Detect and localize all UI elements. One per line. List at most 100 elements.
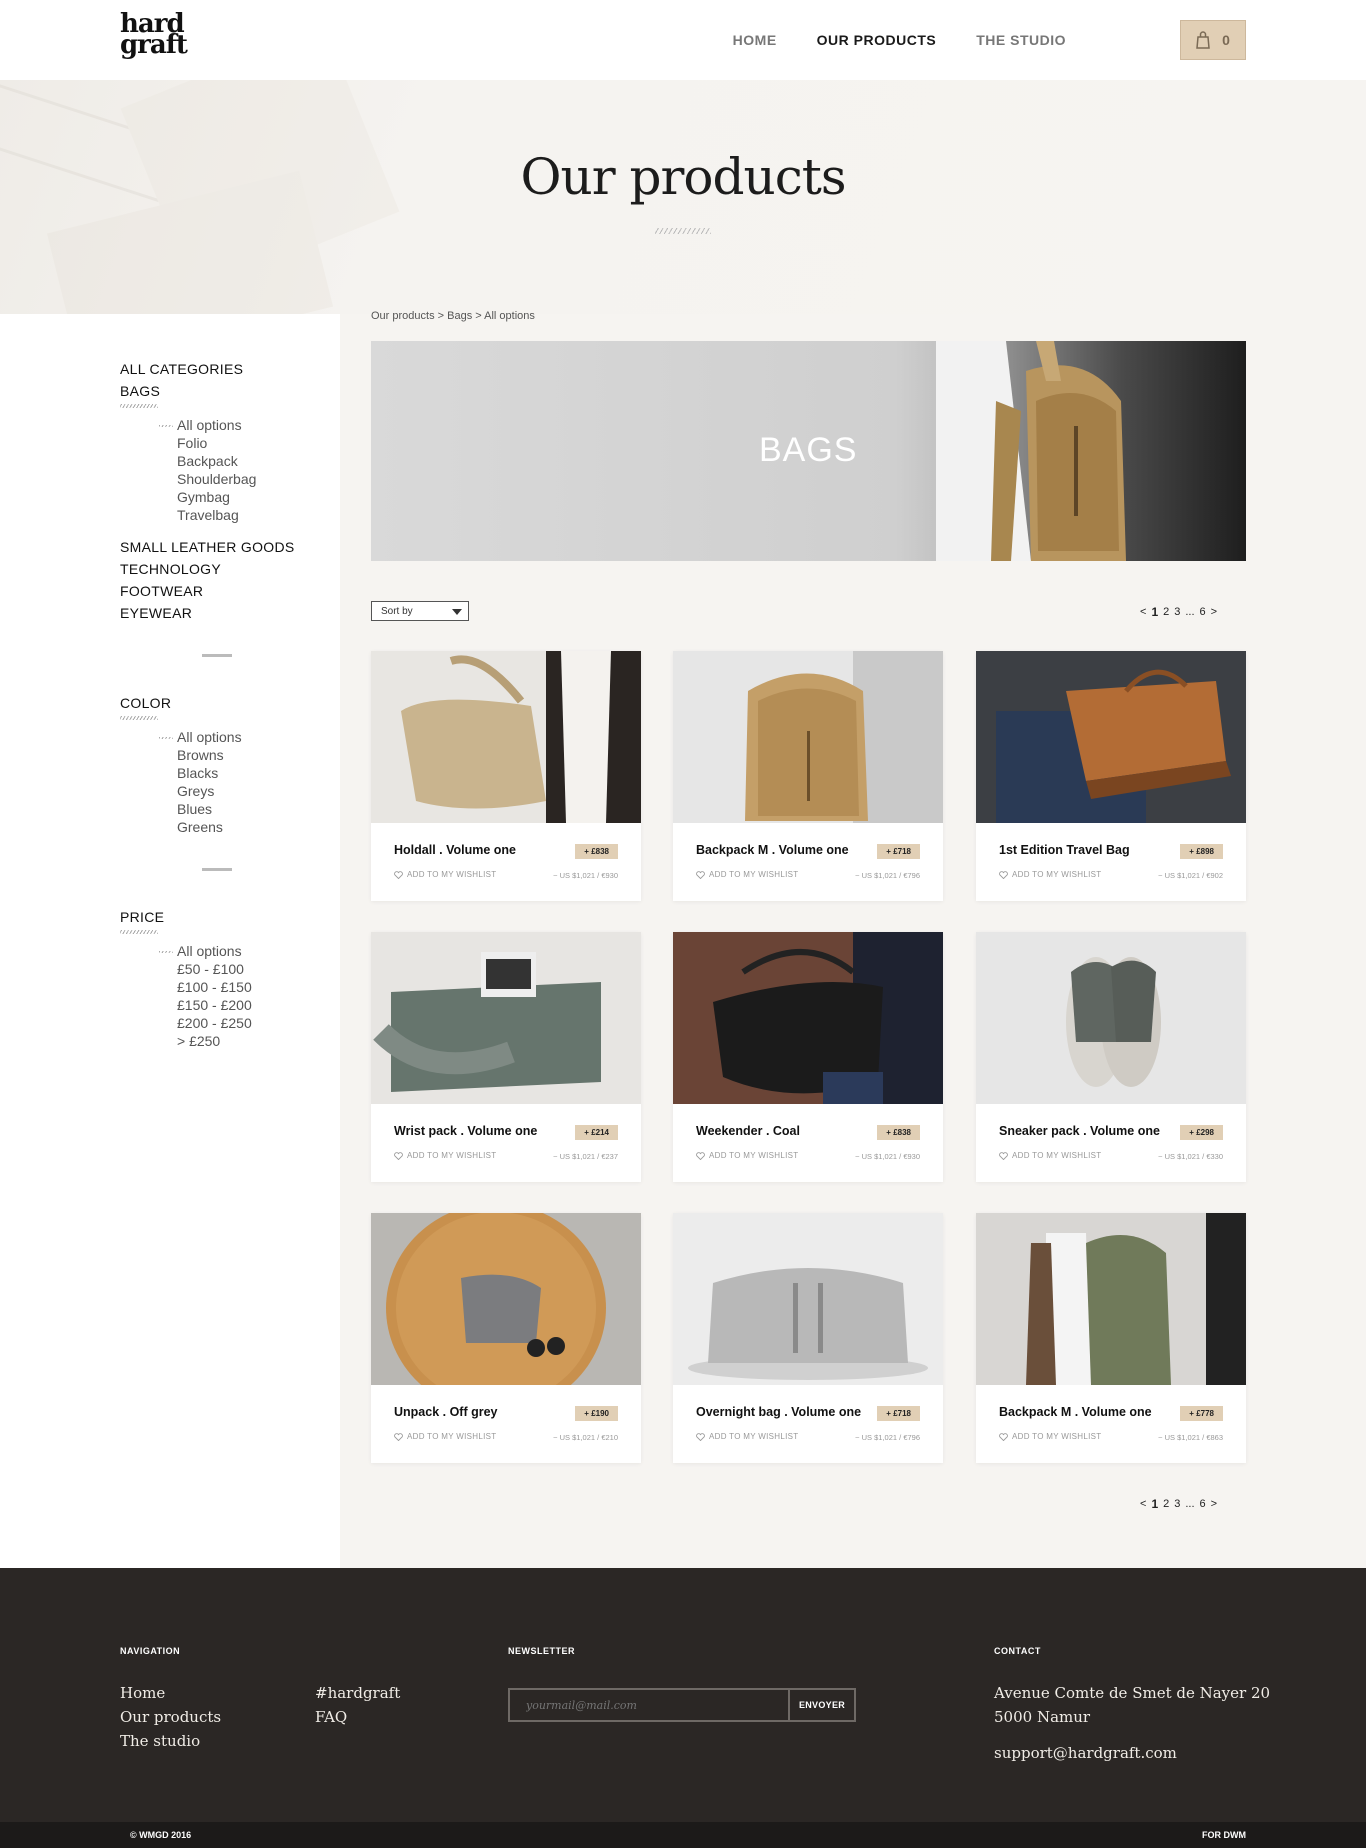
product-image[interactable]	[976, 932, 1246, 1104]
bag-subcategories: All options Folio Backpack Shoulderbag G…	[120, 416, 295, 524]
pagination-page-3[interactable]: 3	[1174, 1498, 1180, 1510]
product-name[interactable]: Weekender . Coal	[696, 1124, 800, 1138]
product-price-badge[interactable]: + £778	[1180, 1406, 1223, 1421]
product-image[interactable]	[673, 932, 943, 1104]
active-underline	[120, 404, 158, 408]
newsletter-email-input[interactable]	[508, 1688, 788, 1722]
color-option-all[interactable]: All options	[159, 728, 242, 746]
add-to-wishlist-link[interactable]: ADD TO MY WISHLIST	[999, 1432, 1101, 1441]
product-price-badge[interactable]: + £718	[877, 1406, 920, 1421]
pagination-prev[interactable]: <	[1140, 1498, 1146, 1510]
color-option-greens[interactable]: Greens	[177, 818, 242, 836]
pagination-page-current[interactable]: 1	[1151, 605, 1158, 619]
product-image[interactable]	[371, 1213, 641, 1385]
product-image[interactable]	[371, 651, 641, 823]
breadcrumb[interactable]: Our products > Bags > All options	[371, 310, 535, 322]
bag-option-folio[interactable]: Folio	[177, 434, 295, 452]
footer-link-the-studio[interactable]: The studio	[120, 1729, 200, 1753]
product-card[interactable]: Weekender . Coal + £838 ADD TO MY WISHLIST…	[673, 932, 943, 1182]
product-card[interactable]: Unpack . Off grey + £190 ADD TO MY WISHLIS…	[371, 1213, 641, 1463]
credit[interactable]: FOR DWM	[1202, 1830, 1246, 1840]
color-option-blues[interactable]: Blues	[177, 800, 242, 818]
sort-dropdown[interactable]: Sort by	[371, 601, 469, 621]
bag-option-gymbag[interactable]: Gymbag	[177, 488, 295, 506]
product-card[interactable]: Holdall . Volume one + £838 ADD TO MY WISH…	[371, 651, 641, 901]
footer-link-hardgraft[interactable]: #hardgraft	[315, 1681, 400, 1705]
product-name[interactable]: Sneaker pack . Volume one	[999, 1124, 1160, 1138]
product-image[interactable]	[976, 651, 1246, 823]
pagination-ellipsis: ...	[1185, 1498, 1195, 1510]
pagination-page-current[interactable]: 1	[1151, 1497, 1158, 1511]
color-option-greys[interactable]: Greys	[177, 782, 242, 800]
add-to-wishlist-link[interactable]: ADD TO MY WISHLIST	[999, 1151, 1101, 1160]
pagination-page-last[interactable]: 6	[1200, 1498, 1206, 1510]
cart-button[interactable]: 0	[1180, 20, 1246, 60]
category-footwear[interactable]: FOOTWEAR	[120, 580, 295, 602]
product-name[interactable]: Unpack . Off grey	[394, 1405, 498, 1419]
footer-link-our-products[interactable]: Our products	[120, 1705, 221, 1729]
product-price-badge[interactable]: + £898	[1180, 844, 1223, 859]
product-card[interactable]: Sneaker pack . Volume one + £298 ADD TO MY…	[976, 932, 1246, 1182]
product-price-badge[interactable]: + £718	[877, 844, 920, 859]
pagination-page-3[interactable]: 3	[1174, 606, 1180, 618]
color-option-blacks[interactable]: Blacks	[177, 764, 242, 782]
product-name[interactable]: Backpack M . Volume one	[696, 843, 849, 857]
category-bags[interactable]: BAGS	[120, 380, 160, 402]
nav-the-studio[interactable]: THE STUDIO	[976, 32, 1066, 48]
price-option-200-250[interactable]: £200 - £250	[177, 1014, 252, 1032]
price-option-150-200[interactable]: £150 - £200	[177, 996, 252, 1014]
product-price-badge[interactable]: + £298	[1180, 1125, 1223, 1140]
product-price-badge[interactable]: + £838	[575, 844, 618, 859]
footer-link-faq[interactable]: FAQ	[315, 1705, 347, 1729]
nav-our-products[interactable]: OUR PRODUCTS	[817, 32, 937, 48]
bag-option-travelbag[interactable]: Travelbag	[177, 506, 295, 524]
footer-link-home[interactable]: Home	[120, 1681, 165, 1705]
newsletter-submit-button[interactable]: ENVOYER	[788, 1688, 856, 1722]
product-image[interactable]	[371, 932, 641, 1104]
bag-option-shoulderbag[interactable]: Shoulderbag	[177, 470, 295, 488]
product-price-badge[interactable]: + £214	[575, 1125, 618, 1140]
color-option-browns[interactable]: Browns	[177, 746, 242, 764]
category-small-leather-goods[interactable]: SMALL LEATHER GOODS	[120, 536, 295, 558]
product-name[interactable]: Wrist pack . Volume one	[394, 1124, 537, 1138]
product-name[interactable]: Overnight bag . Volume one	[696, 1405, 861, 1419]
product-card[interactable]: Wrist pack . Volume one + £214 ADD TO MY W…	[371, 932, 641, 1182]
add-to-wishlist-link[interactable]: ADD TO MY WISHLIST	[999, 870, 1101, 879]
pagination-next[interactable]: >	[1211, 1498, 1217, 1510]
pagination-page-2[interactable]: 2	[1163, 1498, 1169, 1510]
product-card[interactable]: Overnight bag . Volume one + £718 ADD TO M…	[673, 1213, 943, 1463]
nav-home[interactable]: HOME	[733, 32, 777, 48]
category-technology[interactable]: TECHNOLOGY	[120, 558, 295, 580]
pagination-prev[interactable]: <	[1140, 606, 1146, 618]
price-option-100-150[interactable]: £100 - £150	[177, 978, 252, 996]
bag-option-all[interactable]: All options	[159, 416, 295, 434]
contact-email-link[interactable]: support@hardgraft.com	[994, 1741, 1177, 1765]
product-name[interactable]: Backpack M . Volume one	[999, 1405, 1152, 1419]
category-all[interactable]: ALL CATEGORIES	[120, 358, 295, 380]
category-eyewear[interactable]: EYEWEAR	[120, 602, 295, 624]
product-image[interactable]	[976, 1213, 1246, 1385]
price-option-all[interactable]: All options	[159, 942, 252, 960]
product-name[interactable]: Holdall . Volume one	[394, 843, 516, 857]
product-card[interactable]: 1st Edition Travel Bag + £898 ADD TO MY WI…	[976, 651, 1246, 901]
product-price-badge[interactable]: + £838	[877, 1125, 920, 1140]
price-option-50-100[interactable]: £50 - £100	[177, 960, 252, 978]
product-image[interactable]	[673, 651, 943, 823]
pagination-page-2[interactable]: 2	[1163, 606, 1169, 618]
add-to-wishlist-link[interactable]: ADD TO MY WISHLIST	[394, 870, 496, 879]
pagination-next[interactable]: >	[1211, 606, 1217, 618]
product-name[interactable]: 1st Edition Travel Bag	[999, 843, 1130, 857]
product-card[interactable]: Backpack M . Volume one + £718 ADD TO MY W…	[673, 651, 943, 901]
pagination-page-last[interactable]: 6	[1200, 606, 1206, 618]
price-option-over-250[interactable]: > £250	[177, 1032, 252, 1050]
add-to-wishlist-link[interactable]: ADD TO MY WISHLIST	[394, 1151, 496, 1160]
add-to-wishlist-link[interactable]: ADD TO MY WISHLIST	[394, 1432, 496, 1441]
product-price-badge[interactable]: + £190	[575, 1406, 618, 1421]
add-to-wishlist-link[interactable]: ADD TO MY WISHLIST	[696, 1151, 798, 1160]
add-to-wishlist-link[interactable]: ADD TO MY WISHLIST	[696, 870, 798, 879]
bag-option-backpack[interactable]: Backpack	[177, 452, 295, 470]
product-image[interactable]	[673, 1213, 943, 1385]
brand-logo[interactable]: hard graft	[120, 11, 200, 58]
product-card[interactable]: Backpack M . Volume one + £778 ADD TO MY W…	[976, 1213, 1246, 1463]
add-to-wishlist-link[interactable]: ADD TO MY WISHLIST	[696, 1432, 798, 1441]
